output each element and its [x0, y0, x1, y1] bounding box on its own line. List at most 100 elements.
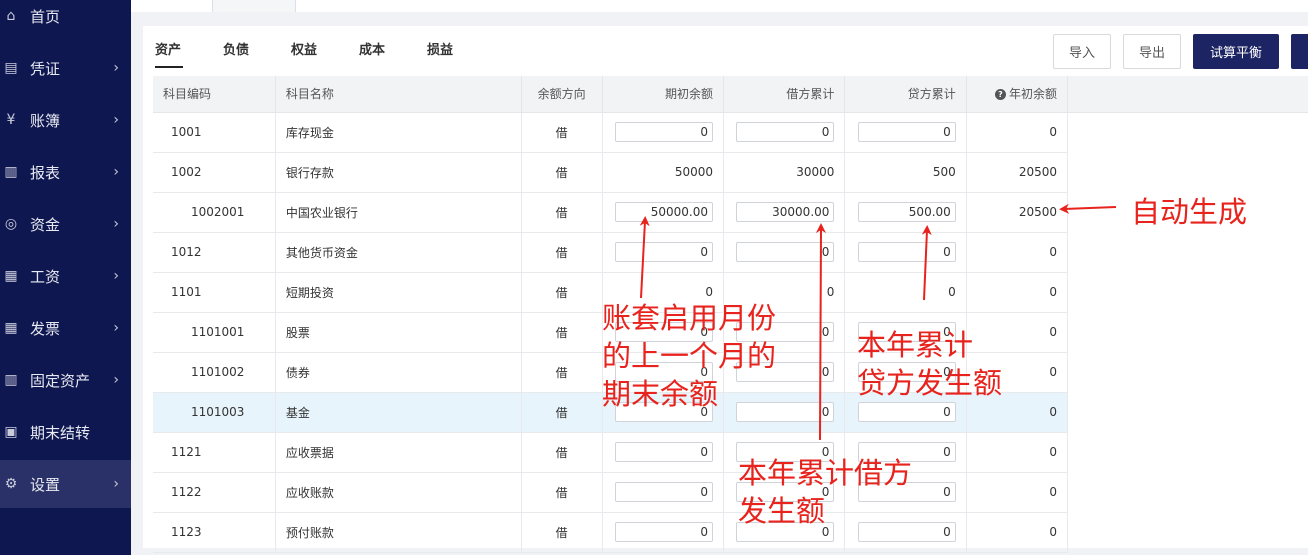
- chevron-right-icon: ›: [113, 320, 119, 336]
- sidebar-item[interactable]: ▣ 期末结转: [0, 408, 131, 456]
- balance-direction: 借: [521, 472, 603, 513]
- credit-cell: 0: [844, 112, 967, 153]
- chevron-right-icon: ›: [113, 372, 119, 388]
- sidebar-item[interactable]: ▤ 凭证 ›: [0, 44, 131, 92]
- balance-direction: 借: [521, 272, 603, 313]
- debit-cell: 0: [723, 112, 846, 153]
- debit-input[interactable]: 0: [736, 122, 835, 142]
- table-row[interactable]: 1012 其他货币资金借 0 0 0 0: [153, 232, 1069, 273]
- credit-cell: 0: [844, 232, 967, 273]
- building-icon: ▥: [4, 372, 18, 388]
- credit-input[interactable]: 0: [857, 122, 956, 142]
- tab-liabilities[interactable]: 负债: [223, 39, 249, 58]
- account-name: 基金: [275, 392, 522, 433]
- annotation-line: 发生额: [738, 494, 826, 528]
- sidebar-item-label: 期末结转: [30, 423, 91, 442]
- sidebar-item[interactable]: ▦ 发票 ›: [0, 304, 131, 352]
- sidebar-item-label: 资金: [30, 215, 61, 234]
- table-row[interactable]: 1001 库存现金借 0 0 0 0: [153, 112, 1069, 153]
- opening-value: 50000: [602, 152, 725, 193]
- account-name: 库存现金: [275, 112, 522, 153]
- account-name: 应收账款: [275, 472, 522, 513]
- debit-cell: 30000.00: [723, 192, 846, 233]
- balance-direction: 借: [521, 192, 603, 233]
- sidebar-item[interactable]: ▦ 工资 ›: [0, 252, 131, 300]
- opening-input[interactable]: 0: [615, 522, 714, 542]
- annotation-line: 期末余额: [602, 377, 719, 411]
- opening-cell: 0: [602, 232, 725, 273]
- opening-cell: 0: [602, 512, 725, 553]
- table-row[interactable]: 1122 应收账款借 0 0 0 0: [153, 472, 1069, 513]
- trial-balance-button[interactable]: 试算平衡: [1193, 34, 1279, 69]
- table-row[interactable]: 1002 银行存款借 50000 30000 500 20500: [153, 152, 1069, 193]
- tab-profit-loss[interactable]: 损益: [427, 39, 453, 58]
- account-code: 1101: [153, 272, 276, 313]
- account-name: 短期投资: [275, 272, 522, 313]
- opening-input[interactable]: 50000.00: [615, 202, 714, 222]
- account-code: 1002001: [153, 192, 276, 233]
- account-code: 1001: [153, 112, 276, 153]
- balance-direction: 借: [521, 512, 603, 553]
- annotation-auto-generate: 自动生成: [1131, 195, 1248, 229]
- document-icon: ▦: [4, 268, 18, 284]
- annotation-debit-total: 本年累计借方 发生额: [738, 454, 912, 530]
- sidebar-item[interactable]: ⚙ 设置 ›: [0, 460, 131, 508]
- import-button[interactable]: 导入: [1053, 34, 1111, 69]
- help-icon[interactable]: ?: [994, 89, 1006, 101]
- credit-input[interactable]: 500.00: [857, 202, 956, 222]
- export-button[interactable]: 导出: [1123, 34, 1181, 69]
- tab-cost[interactable]: 成本: [359, 39, 385, 58]
- table-row[interactable]: 1002001 中国农业银行借 50000.00 30000.00 500.00 2050…: [153, 192, 1069, 233]
- sidebar-item[interactable]: ▥ 固定资产 ›: [0, 356, 131, 404]
- header-year-begin-label: 年初余额: [1008, 87, 1057, 102]
- credit-input[interactable]: 0: [857, 242, 956, 262]
- active-tab-underline: [155, 66, 183, 68]
- credit-cell: 500.00: [844, 192, 967, 233]
- table-row[interactable]: 1121 应收票据借 0 0 0 0: [153, 432, 1069, 473]
- sidebar-item-label: 设置: [30, 475, 61, 494]
- account-code: 1122: [153, 472, 276, 513]
- account-code: 1121: [153, 432, 276, 473]
- invoice-icon: ▦: [4, 320, 18, 336]
- sidebar-item[interactable]: ⌂ 首页: [0, 0, 131, 40]
- credit-value: 0: [844, 272, 967, 313]
- year-begin-balance: 0: [966, 272, 1069, 313]
- more-button[interactable]: [1291, 34, 1308, 69]
- header-name: 科目名称: [275, 76, 522, 113]
- opening-input[interactable]: 0: [615, 122, 714, 142]
- table-row[interactable]: 1123 预付账款借 0 0 0 0: [153, 512, 1069, 553]
- opening-input[interactable]: 0: [615, 442, 714, 462]
- tab-assets[interactable]: 资产: [155, 39, 181, 58]
- opening-input[interactable]: 0: [615, 242, 714, 262]
- window-tab[interactable]: [212, 0, 296, 12]
- header-debit-total: 借方累计: [723, 76, 846, 113]
- balance-direction: 借: [521, 352, 603, 393]
- year-begin-balance: 0: [966, 112, 1069, 153]
- header-code: 科目编码: [153, 76, 276, 113]
- chevron-right-icon: ›: [113, 476, 119, 492]
- opening-cell: 0: [602, 472, 725, 513]
- year-begin-balance: 0: [966, 472, 1069, 513]
- account-name: 预付账款: [275, 512, 522, 553]
- annotation-opening-balance: 账套启用月份 的上一个月的 期末余额: [602, 299, 776, 413]
- credit-input[interactable]: 0: [857, 402, 956, 422]
- account-code: 1002: [153, 152, 276, 193]
- sidebar-item-label: 账簿: [30, 111, 61, 130]
- sidebar-item-label: 凭证: [30, 59, 61, 78]
- sidebar-item[interactable]: ¥ 账簿 ›: [0, 96, 131, 144]
- opening-cell: 50000.00: [602, 192, 725, 233]
- header-opening-balance: 期初余额: [602, 76, 725, 113]
- sidebar-item[interactable]: ▥ 报表 ›: [0, 148, 131, 196]
- sidebar-item[interactable]: ◎ 资金 ›: [0, 200, 131, 248]
- chevron-right-icon: ›: [113, 112, 119, 128]
- credit-value: 500: [844, 152, 967, 193]
- opening-input[interactable]: 0: [615, 482, 714, 502]
- year-begin-balance: 0: [966, 432, 1069, 473]
- debit-value: 30000: [723, 152, 846, 193]
- debit-input[interactable]: 0: [736, 242, 835, 262]
- tab-equity[interactable]: 权益: [291, 39, 317, 58]
- balance-direction: 借: [521, 392, 603, 433]
- account-name: 债券: [275, 352, 522, 393]
- chart-icon: ▥: [4, 164, 18, 180]
- debit-input[interactable]: 30000.00: [736, 202, 835, 222]
